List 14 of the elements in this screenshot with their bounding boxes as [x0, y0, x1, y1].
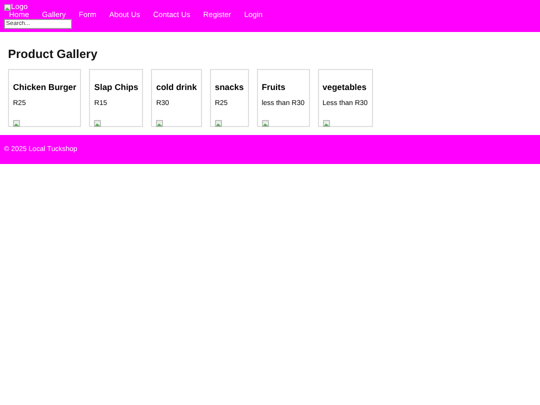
broken-image-icon: [13, 120, 20, 127]
broken-image-icon: [156, 120, 164, 127]
product-name: vegetables: [322, 82, 368, 92]
product-name: Fruits: [262, 82, 286, 92]
product-name: Slap Chips: [94, 82, 138, 92]
broken-image-icon: [214, 120, 222, 127]
broken-image-icon: [4, 4, 11, 10]
product-name: cold drink: [156, 82, 197, 92]
broken-image-icon: [322, 120, 330, 127]
product-name: Chicken Burger: [13, 82, 76, 92]
broken-image-icon: [94, 120, 102, 127]
broken-image-icon: [262, 120, 269, 127]
gallery-title: Product Gallery: [8, 47, 98, 61]
product-name: snacks: [214, 82, 244, 92]
